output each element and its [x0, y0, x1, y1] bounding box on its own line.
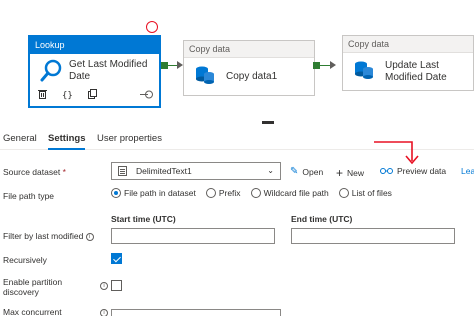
radio-button-selected[interactable]	[111, 188, 121, 198]
activity-lookup-name: Get Last Modified Date	[69, 59, 148, 82]
plus-icon: +	[336, 166, 344, 180]
panel-resize-handle[interactable]	[262, 121, 274, 124]
file-path-type-group: File path in dataset Prefix Wildcard fil…	[111, 188, 402, 198]
learn-more-link[interactable]: Lea	[461, 166, 474, 176]
activity-copy2-header: Copy data	[343, 36, 473, 53]
start-time-input[interactable]	[111, 228, 275, 244]
glasses-icon	[380, 166, 393, 176]
source-dataset-value: DelimitedText1	[136, 166, 192, 176]
add-output-icon[interactable]	[140, 90, 153, 102]
required-marker: *	[62, 167, 66, 177]
source-dataset-label: Source dataset *	[3, 167, 66, 177]
filter-last-modified-label: Filter by last modified i	[3, 231, 94, 241]
radio-wildcard-file-path[interactable]: Wildcard file path	[250, 188, 329, 198]
pipeline-canvas[interactable]: Lookup Get Last Modified Date {} Copy da…	[0, 0, 474, 124]
file-path-type-label: File path type	[3, 191, 55, 201]
info-icon[interactable]: i	[100, 309, 108, 316]
activity-copy1-header: Copy data	[184, 41, 314, 58]
radio-button[interactable]	[205, 188, 216, 198]
end-time-label: End time (UTC)	[291, 214, 353, 224]
success-connector-handle-2[interactable]	[313, 62, 320, 69]
activity-copy-data1[interactable]: Copy data Copy data1	[183, 40, 315, 96]
radio-button[interactable]	[250, 188, 261, 198]
max-concurrent-input[interactable]	[111, 309, 281, 316]
max-concurrent-label: Max concurrent	[3, 307, 62, 316]
radio-prefix[interactable]: Prefix	[205, 188, 241, 198]
dataset-icon	[118, 166, 127, 176]
recursively-checkbox[interactable]	[111, 253, 122, 264]
radio-list-of-files[interactable]: List of files	[338, 188, 392, 198]
activity-copy2-name: Update Last Modified Date	[385, 60, 447, 83]
info-icon[interactable]: i	[100, 282, 108, 290]
success-connector-line-2	[320, 65, 330, 66]
activity-lookup[interactable]: Lookup Get Last Modified Date {}	[28, 35, 161, 108]
radio-button[interactable]	[338, 188, 349, 198]
database-icon-2	[353, 60, 375, 85]
code-icon[interactable]: {}	[62, 91, 73, 101]
radio-file-path-in-dataset[interactable]: File path in dataset	[111, 188, 196, 198]
chevron-down-icon: ⌄	[267, 166, 274, 175]
start-time-label: Start time (UTC)	[111, 214, 176, 224]
preview-data-button[interactable]: Preview data	[380, 166, 446, 176]
open-button[interactable]: ✎ Open	[290, 166, 323, 177]
tab-user-properties[interactable]: User properties	[97, 133, 162, 144]
info-icon[interactable]: i	[85, 232, 94, 241]
recursively-label: Recursively	[3, 255, 47, 265]
end-time-input[interactable]	[291, 228, 455, 244]
connector-arrow-2	[330, 61, 336, 69]
pencil-icon: ✎	[290, 166, 299, 177]
delete-icon[interactable]	[38, 89, 47, 102]
tab-general[interactable]: General	[3, 133, 37, 144]
activity-update-last-modified[interactable]: Copy data Update Last Modified Date	[342, 35, 474, 91]
partition-discovery-checkbox[interactable]	[111, 280, 122, 291]
source-dataset-select[interactable]: DelimitedText1 ⌄	[111, 162, 281, 180]
database-icon	[194, 65, 216, 90]
lookup-icon	[39, 59, 63, 83]
new-button[interactable]: + New	[336, 166, 364, 180]
success-connector-handle[interactable]	[161, 62, 168, 69]
tab-settings[interactable]: Settings	[48, 133, 86, 150]
copy-icon[interactable]	[87, 89, 97, 102]
annotation-arrow	[374, 141, 419, 165]
activity-lookup-header: Lookup	[30, 37, 159, 54]
activity-copy1-name: Copy data1	[226, 71, 278, 82]
partition-discovery-label: Enable partition discovery	[3, 277, 63, 297]
annotation-circle	[146, 21, 158, 33]
